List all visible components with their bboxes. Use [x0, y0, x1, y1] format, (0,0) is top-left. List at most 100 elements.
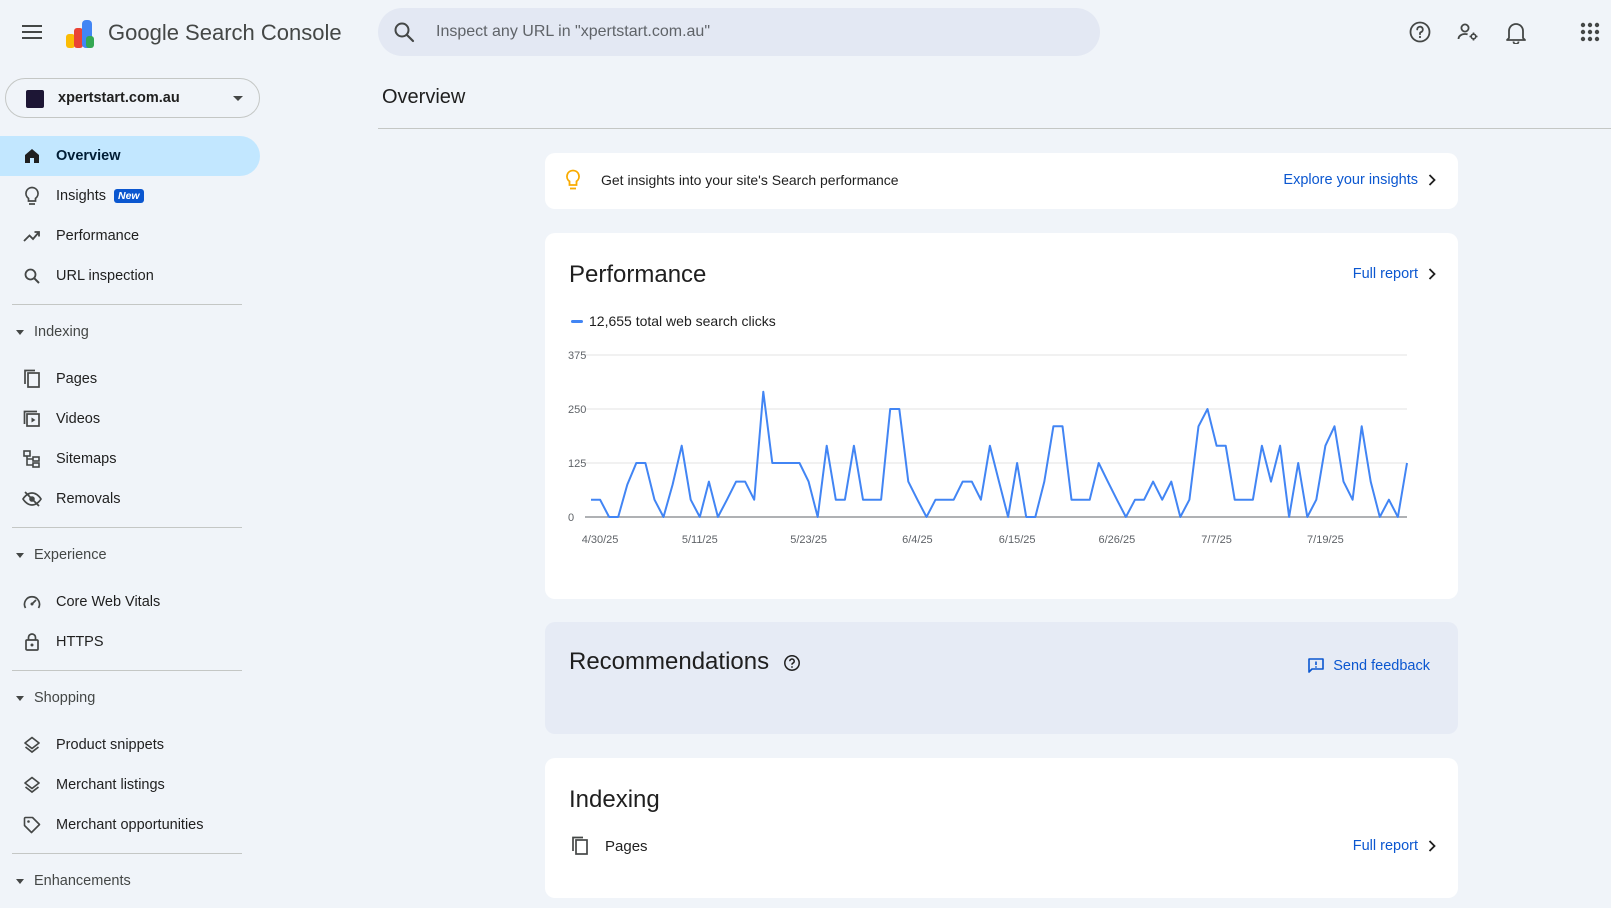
sidebar-item-label: Product snippets	[56, 737, 165, 753]
user-settings-button[interactable]	[1454, 18, 1482, 46]
chart-legend[interactable]: 12,655 total web search clicks	[571, 313, 776, 329]
chevron-right-icon	[1428, 174, 1436, 186]
sidebar-item-label: Insights	[56, 188, 106, 204]
sidebar-item-label: Merchant listings	[56, 777, 165, 793]
sidebar-item-https[interactable]: HTTPS	[0, 622, 260, 662]
sidebar-section-enhancements[interactable]: Enhancements	[0, 854, 260, 908]
main-menu-button[interactable]	[16, 16, 48, 48]
link-label: Full report	[1352, 838, 1418, 854]
sidebar-item-pages[interactable]: Pages	[0, 359, 260, 399]
sidebar-item-overview[interactable]: Overview	[0, 136, 260, 176]
sidebar-item-label: Sitemaps	[56, 451, 117, 467]
search-icon	[22, 266, 42, 286]
sidebar-item-product-snippets[interactable]: Product snippets	[0, 725, 260, 765]
clicks-series-line	[591, 390, 1408, 518]
indexing-title: Indexing	[569, 786, 660, 813]
sidebar-item-merchant-listings[interactable]: Merchant listings	[0, 765, 260, 805]
video-icon	[22, 409, 42, 429]
sidebar-item-label: URL inspection	[56, 268, 154, 284]
url-inspection-search[interactable]: Inspect any URL in "xpertstart.com.au"	[378, 8, 1100, 56]
lightbulb-icon	[566, 169, 580, 190]
indexing-card: Indexing Pages Full report	[545, 758, 1458, 898]
x-tick-label: 5/11/25	[682, 534, 718, 546]
sidebar-section-shopping[interactable]: Shopping	[0, 671, 260, 725]
tag-icon	[22, 815, 42, 835]
section-title: Indexing	[34, 324, 89, 340]
performance-card: Performance Full report 12,655 total web…	[545, 233, 1458, 599]
sidebar-item-sitemaps[interactable]: Sitemaps	[0, 439, 260, 479]
collapse-arrow-icon	[16, 552, 24, 558]
indexing-full-report-link[interactable]: Full report	[1353, 838, 1436, 854]
link-label: Full report	[1352, 266, 1418, 282]
clicks-line-chart[interactable]: 375 250 125 0 4/30/25 5/11/25 5/23/25 6/4/25 6/1…	[545, 343, 1458, 583]
pages-icon	[572, 836, 588, 855]
search-console-logo[interactable]	[62, 14, 98, 50]
apps-grid-icon	[1580, 22, 1600, 42]
lock-icon	[22, 632, 42, 652]
section-title: Enhancements	[34, 873, 131, 889]
help-button[interactable]	[1406, 18, 1434, 46]
x-tick-label: 6/4/25	[902, 534, 933, 546]
collapse-arrow-icon	[16, 695, 24, 701]
sidebar-item-insights[interactable]: Insights New	[0, 176, 260, 216]
link-label: Send feedback	[1333, 658, 1430, 674]
sidebar-nav: Overview Insights New Performance URL in…	[0, 136, 260, 908]
menu-icon	[22, 25, 42, 39]
sidebar-item-label: Pages	[56, 371, 98, 387]
layers-icon	[22, 735, 42, 755]
help-icon	[1409, 21, 1431, 43]
property-selector[interactable]: xpertstart.com.au	[5, 78, 260, 118]
title-divider	[378, 128, 1611, 129]
sidebar-item-videos[interactable]: Videos	[0, 399, 260, 439]
section-title: Shopping	[34, 690, 96, 706]
recommendations-title: Recommendations	[569, 648, 770, 675]
feedback-icon	[1308, 658, 1325, 673]
search-input[interactable]: Inspect any URL in "xpertstart.com.au"	[436, 23, 710, 41]
sidebar-section-experience[interactable]: Experience	[0, 528, 260, 582]
recommendations-card: Recommendations Send feedback	[545, 622, 1458, 734]
explore-insights-link[interactable]: Explore your insights	[1283, 172, 1436, 188]
site-favicon	[26, 90, 44, 108]
sidebar-item-label: Core Web Vitals	[56, 594, 161, 610]
gauge-icon	[22, 592, 42, 612]
brand-title: Google Search Console	[108, 20, 342, 45]
pages-label: Pages	[605, 837, 648, 855]
sidebar-section-indexing[interactable]: Indexing	[0, 305, 260, 359]
sidebar-item-label: HTTPS	[56, 634, 104, 650]
help-icon[interactable]	[783, 654, 801, 672]
property-name: xpertstart.com.au	[58, 90, 180, 106]
manage-account-icon	[1457, 23, 1478, 41]
insights-text: Get insights into your site's Search per…	[601, 172, 899, 188]
sitemap-icon	[22, 449, 42, 469]
x-tick-label: 6/15/25	[999, 534, 1036, 546]
collapse-arrow-icon	[16, 878, 24, 884]
apps-button[interactable]	[1576, 18, 1604, 46]
sidebar-item-removals[interactable]: Removals	[0, 479, 260, 519]
send-feedback-button[interactable]: Send feedback	[1307, 657, 1430, 675]
sidebar-item-merchant-opportunities[interactable]: Merchant opportunities	[0, 805, 260, 845]
x-tick-label: 5/23/25	[790, 534, 827, 546]
page-title: Overview	[382, 86, 466, 108]
chevron-right-icon	[1428, 840, 1436, 852]
insights-card: Get insights into your site's Search per…	[545, 153, 1458, 209]
performance-full-report-link[interactable]: Full report	[1353, 266, 1436, 282]
link-label: Explore your insights	[1283, 172, 1418, 188]
sidebar-item-core-web-vitals[interactable]: Core Web Vitals	[0, 582, 260, 622]
y-tick-label: 0	[568, 512, 574, 524]
y-tick-label: 375	[568, 350, 586, 362]
pages-icon	[22, 369, 42, 389]
sidebar-item-label: Videos	[56, 411, 101, 427]
sidebar-item-url-inspection[interactable]: URL inspection	[0, 256, 260, 296]
x-tick-label: 7/7/25	[1201, 534, 1232, 546]
indexing-pages-row[interactable]: Pages	[571, 836, 648, 856]
x-tick-label: 7/19/25	[1307, 534, 1344, 546]
trending-up-icon	[22, 226, 42, 246]
legend-swatch	[571, 319, 583, 323]
notifications-button[interactable]	[1502, 18, 1530, 46]
collapse-arrow-icon	[16, 329, 24, 335]
lightbulb-icon	[22, 186, 42, 206]
x-tick-label: 4/30/25	[582, 534, 619, 546]
dropdown-arrow-icon	[233, 96, 243, 101]
new-badge: New	[113, 189, 144, 203]
sidebar-item-performance[interactable]: Performance	[0, 216, 260, 256]
